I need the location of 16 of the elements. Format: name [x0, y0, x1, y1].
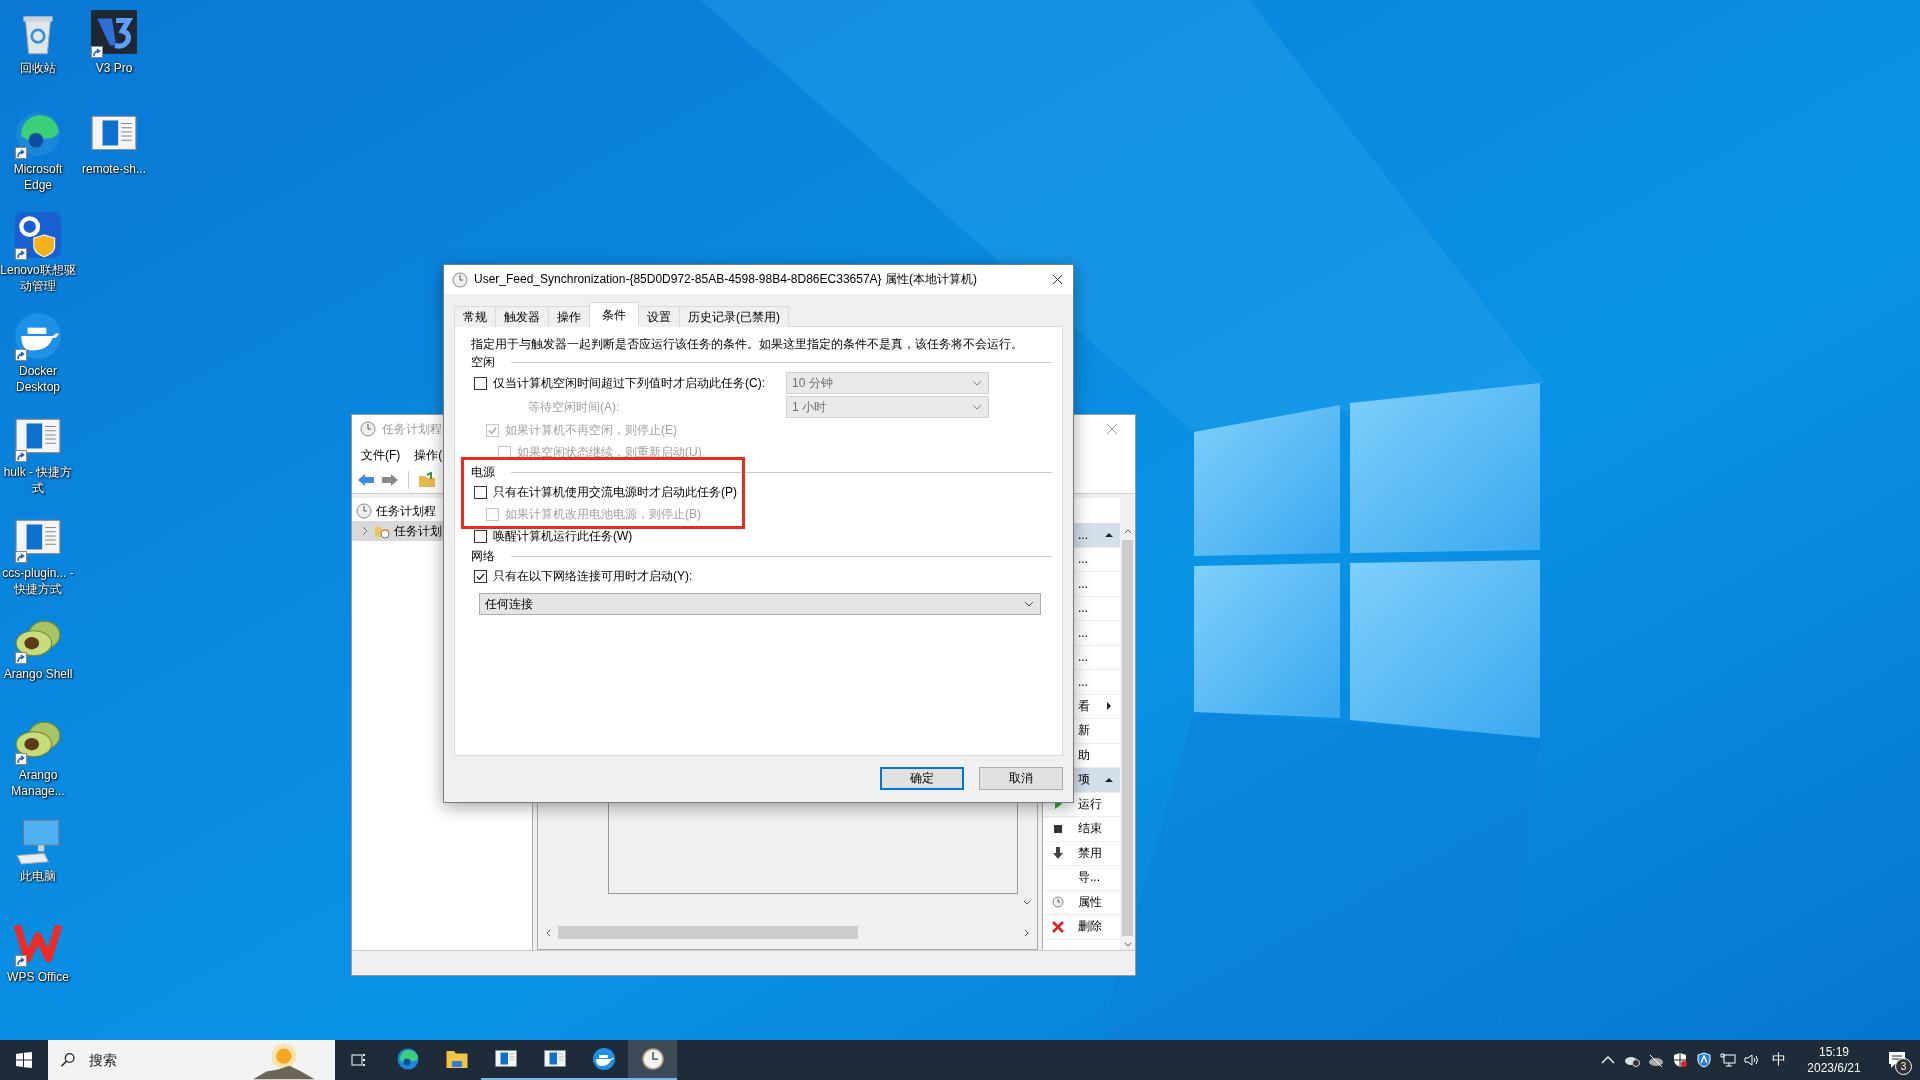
cloud-off-icon[interactable]	[1648, 1052, 1664, 1068]
task-view-icon	[351, 1052, 367, 1068]
notification-button[interactable]: 3	[1874, 1040, 1920, 1080]
volume-icon[interactable]	[1744, 1052, 1760, 1068]
whale-icon	[591, 1047, 616, 1071]
clock-icon	[640, 1047, 665, 1071]
shield-icon[interactable]	[1672, 1052, 1688, 1068]
swirl-logo-icon	[395, 1047, 420, 1071]
clock-button[interactable]: 15:19 2023/6/21	[1794, 1040, 1874, 1080]
windows-logo-icon	[16, 1052, 32, 1068]
taskbar-app-button[interactable]	[628, 1040, 677, 1080]
search-icon	[60, 1052, 76, 1068]
input-method-button[interactable]: 中	[1764, 1040, 1794, 1080]
network-icon[interactable]	[1720, 1052, 1736, 1068]
notification-badge: 3	[1895, 1058, 1912, 1075]
search-field[interactable]: 搜索	[87, 1051, 242, 1069]
